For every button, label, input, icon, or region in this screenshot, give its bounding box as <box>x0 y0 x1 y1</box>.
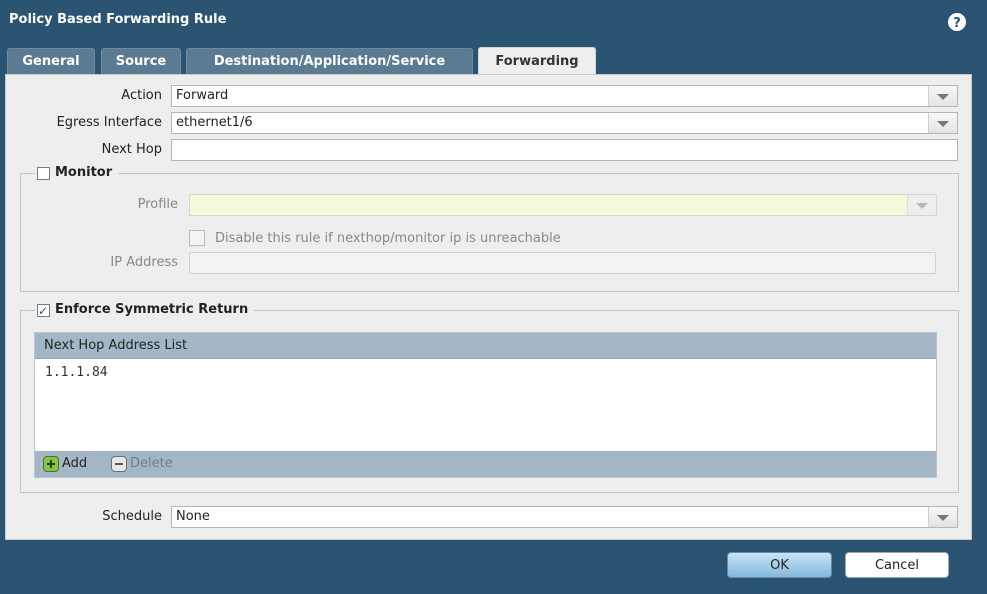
delete-button[interactable]: Delete <box>111 456 173 472</box>
tab-destination-application-service[interactable]: Destination/Application/Service <box>186 48 473 74</box>
pbf-rule-dialog: Policy Based Forwarding Rule ? General S… <box>0 0 987 594</box>
disable-rule-label: Disable this rule if nexthop/monitor ip … <box>215 230 561 246</box>
schedule-select[interactable]: None <box>171 506 958 528</box>
list-item[interactable]: 1.1.1.84 <box>45 365 108 380</box>
dialog-title: Policy Based Forwarding Rule <box>9 12 227 27</box>
next-hop-address-list: Next Hop Address List 1.1.1.84 Add Delet… <box>34 332 937 478</box>
add-button[interactable]: Add <box>43 456 87 472</box>
tab-forwarding[interactable]: Forwarding <box>478 47 596 75</box>
chevron-down-icon[interactable] <box>907 195 936 215</box>
chevron-down-icon[interactable] <box>928 113 957 133</box>
ok-button[interactable]: OK <box>727 552 832 578</box>
forwarding-panel: Action Forward Egress Interface ethernet… <box>5 74 972 540</box>
next-hop-address-list-header[interactable]: Next Hop Address List <box>35 333 936 359</box>
tab-general[interactable]: General <box>7 48 95 74</box>
minus-icon <box>111 456 127 472</box>
next-hop-label: Next Hop <box>101 142 162 157</box>
tab-source[interactable]: Source <box>101 48 181 74</box>
ip-address-input[interactable] <box>189 252 936 274</box>
monitor-legend: Monitor <box>35 164 119 182</box>
ip-address-label: IP Address <box>110 255 178 270</box>
egress-interface-label: Egress Interface <box>56 115 162 130</box>
monitor-checkbox[interactable] <box>37 166 50 180</box>
disable-rule-checkbox[interactable] <box>189 230 205 246</box>
action-value: Forward <box>176 88 229 103</box>
cancel-button[interactable]: Cancel <box>845 552 949 578</box>
egress-interface-select[interactable]: ethernet1/6 <box>171 112 958 134</box>
help-icon[interactable]: ? <box>948 13 966 31</box>
schedule-label: Schedule <box>102 509 162 524</box>
profile-select[interactable] <box>189 194 937 216</box>
disable-rule-option[interactable]: Disable this rule if nexthop/monitor ip … <box>189 229 561 247</box>
dialog-titlebar: Policy Based Forwarding Rule ? <box>0 0 987 44</box>
grid-toolbar: Add Delete <box>35 451 936 477</box>
next-hop-input[interactable] <box>171 139 958 161</box>
chevron-down-icon[interactable] <box>928 86 957 106</box>
monitor-fieldset: Monitor Profile Disable this rule if nex… <box>20 164 959 292</box>
action-label: Action <box>121 88 162 103</box>
symmetric-return-legend: Enforce Symmetric Return <box>35 301 255 320</box>
chevron-down-icon[interactable] <box>928 507 957 527</box>
symmetric-return-legend-label: Enforce Symmetric Return <box>55 302 249 317</box>
symmetric-return-checkbox[interactable] <box>37 302 50 320</box>
profile-label: Profile <box>137 197 178 212</box>
delete-label: Delete <box>130 456 173 471</box>
action-select[interactable]: Forward <box>171 85 958 107</box>
egress-interface-value: ethernet1/6 <box>176 115 253 130</box>
add-icon <box>43 456 59 472</box>
add-label: Add <box>62 456 88 471</box>
monitor-legend-label: Monitor <box>55 165 113 180</box>
schedule-value: None <box>176 509 210 524</box>
